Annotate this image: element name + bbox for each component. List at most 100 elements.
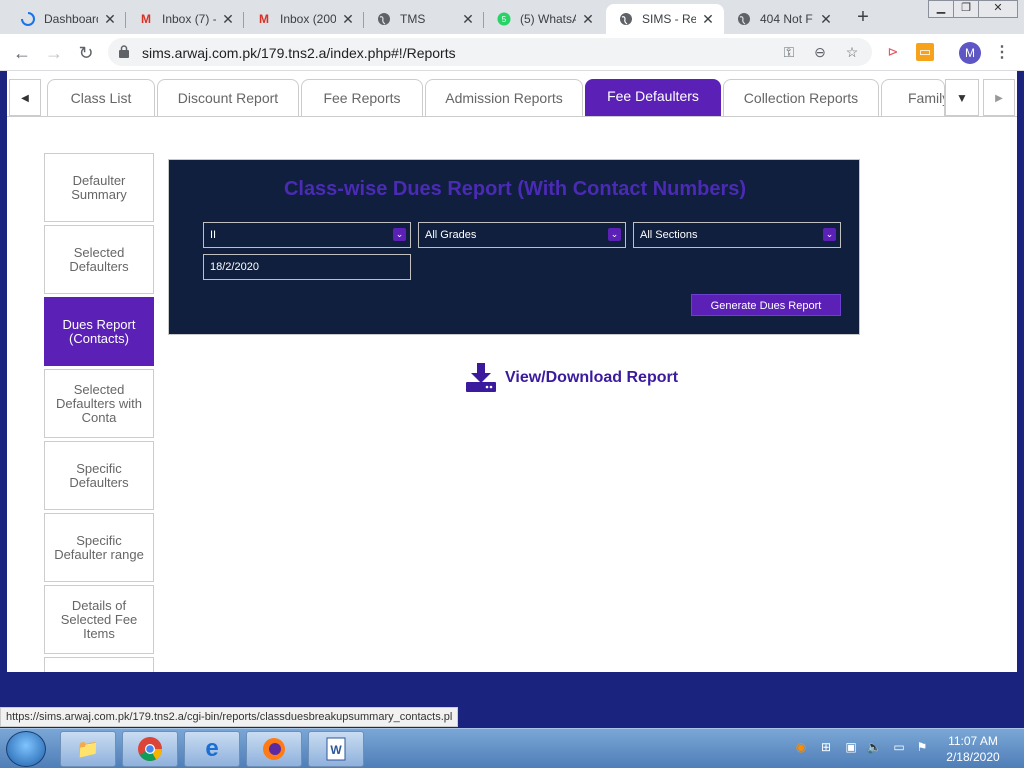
browser-tab-label: TMS — [400, 12, 426, 26]
start-button[interactable] — [6, 731, 46, 767]
tab-fee-defaulters[interactable]: Fee Defaulters — [585, 79, 721, 116]
chrome-icon[interactable] — [122, 731, 178, 767]
zoom-icon[interactable]: ⊖ — [811, 43, 829, 61]
browser-tab-tms[interactable]: TMS ✕ — [364, 4, 484, 34]
view-download-report-label: View/Download Report — [505, 369, 679, 386]
panel-title: Class-wise Dues Report (With Contact Num… — [283, 178, 747, 200]
dues-report-panel: Class-wise Dues Report (With Contact Num… — [168, 159, 860, 335]
clock-date: 2/18/2020 — [946, 750, 1000, 764]
clock[interactable]: 11:07 AM 2/18/2020 — [940, 733, 1006, 765]
class-select[interactable]: II ⌄ — [203, 222, 411, 248]
close-icon[interactable]: ✕ — [818, 11, 834, 28]
sidebar-item-fee-items-details[interactable]: Details of Selected Fee Items — [44, 585, 154, 654]
svg-text:W: W — [330, 743, 342, 757]
loading-icon — [20, 11, 36, 27]
browser-tab-inbox-1[interactable]: M Inbox (7) - ✕ — [126, 4, 244, 34]
browser-tab-inbox-2[interactable]: M Inbox (200 ✕ — [244, 4, 364, 34]
display-icon[interactable]: ▭ — [891, 739, 907, 755]
globe-icon — [618, 11, 634, 27]
report-sidebar: Defaulter Summary Selected Defaulters Du… — [44, 153, 154, 672]
sidebar-item-selected-defaulters[interactable]: Selected Defaulters — [44, 225, 154, 294]
sections-select[interactable]: All Sections ⌄ — [633, 222, 841, 248]
window-close-button[interactable]: ✕ — [978, 0, 1018, 18]
tab-family[interactable]: Family — [881, 79, 945, 116]
class-select-value: II — [210, 229, 217, 241]
internet-explorer-icon[interactable]: e — [184, 731, 240, 767]
globe-icon — [376, 11, 392, 27]
flag-icon[interactable]: ⚑ — [914, 739, 930, 755]
sidebar-item-more[interactable] — [44, 657, 154, 672]
browser-tab-404[interactable]: 404 Not F ✕ — [724, 4, 842, 34]
extension-icon[interactable]: ⊳ — [884, 43, 902, 61]
network-icon[interactable]: ⊞ — [818, 739, 834, 755]
sidebar-item-selected-defaulters-contacts[interactable]: Selected Defaulters with Conta — [44, 369, 154, 438]
avast-icon[interactable]: ◉ — [793, 739, 809, 755]
browser-tab-label: Inbox (200 — [280, 12, 336, 26]
browser-tab-whatsapp[interactable]: 5 (5) WhatsA ✕ — [484, 4, 604, 34]
extension-icon[interactable]: ▭ — [916, 43, 934, 61]
gmail-icon: M — [141, 12, 151, 26]
close-icon[interactable]: ✕ — [580, 11, 596, 28]
chevron-down-icon: ⌄ — [393, 228, 406, 241]
tab-fee-reports[interactable]: Fee Reports — [301, 79, 423, 116]
close-icon[interactable]: ✕ — [340, 11, 356, 28]
download-icon — [466, 363, 496, 392]
tab-class-list[interactable]: Class List — [47, 79, 155, 116]
new-tab-button[interactable]: + — [851, 6, 875, 30]
close-icon[interactable]: ✕ — [102, 11, 118, 28]
chevron-down-icon[interactable]: ▼ — [945, 79, 979, 116]
sidebar-item-specific-defaulter-range[interactable]: Specific Defaulter range — [44, 513, 154, 582]
sidebar-item-dues-report-contacts[interactable]: Dues Report (Contacts) — [44, 297, 154, 366]
firefox-icon[interactable] — [246, 731, 302, 767]
reload-icon[interactable]: ↻ — [74, 41, 98, 65]
browser-tab-label: Inbox (7) - — [162, 12, 216, 26]
browser-tab-strip: Dashboard ✕ M Inbox (7) - ✕ M Inbox (200… — [0, 0, 1024, 34]
word-icon[interactable]: W — [308, 731, 364, 767]
grades-select-value: All Grades — [425, 229, 477, 241]
tray-app-icon[interactable]: ▣ — [843, 739, 859, 755]
close-icon[interactable]: ✕ — [700, 11, 716, 28]
address-bar: ← → ↻ sims.arwaj.com.pk/179.tns2.a/index… — [0, 34, 1024, 71]
browser-tab-label: 404 Not F — [760, 12, 813, 26]
sidebar-item-defaulter-summary[interactable]: Defaulter Summary — [44, 153, 154, 222]
restore-button[interactable]: ❐ — [953, 0, 979, 18]
omnibox[interactable]: sims.arwaj.com.pk/179.tns2.a/index.php#!… — [108, 38, 872, 66]
globe-icon — [736, 11, 752, 27]
back-arrow-icon[interactable]: ← — [10, 41, 34, 65]
minimize-button[interactable]: ▁ — [928, 0, 954, 18]
whatsapp-icon: 5 — [496, 11, 512, 27]
taskbar: 📁 e W ◉ ⊞ ▣ 🔈 ▭ ⚑ 11:07 AM 2/18/2020 — [0, 728, 1024, 768]
browser-tab-sims[interactable]: SIMS - Re ✕ — [606, 4, 724, 34]
close-icon[interactable]: ✕ — [460, 11, 476, 28]
grades-select[interactable]: All Grades ⌄ — [418, 222, 626, 248]
tab-discount-report[interactable]: Discount Report — [157, 79, 299, 116]
tab-scroll-right-icon[interactable]: ▶ — [983, 79, 1015, 116]
sidebar-item-specific-defaulters[interactable]: Specific Defaulters — [44, 441, 154, 510]
forward-arrow-icon[interactable]: → — [42, 41, 66, 65]
close-icon[interactable]: ✕ — [220, 11, 236, 28]
svg-text:5: 5 — [502, 15, 507, 24]
star-icon[interactable]: ☆ — [843, 43, 861, 61]
lock-icon — [119, 45, 129, 58]
url-text[interactable]: sims.arwaj.com.pk/179.tns2.a/index.php#!… — [142, 45, 456, 61]
chevron-down-icon: ⌄ — [823, 228, 836, 241]
volume-icon[interactable]: 🔈 — [866, 739, 882, 755]
tab-collection-reports[interactable]: Collection Reports — [723, 79, 879, 116]
browser-tab-label: (5) WhatsA — [520, 12, 576, 26]
profile-avatar[interactable]: M — [959, 42, 981, 64]
date-field[interactable]: 18/2/2020 — [203, 254, 411, 280]
key-icon[interactable]: ⚿ — [780, 43, 798, 61]
generate-dues-report-button[interactable]: Generate Dues Report — [691, 294, 841, 316]
explorer-icon[interactable]: 📁 — [60, 731, 116, 767]
browser-tab-label: SIMS - Re — [642, 12, 696, 26]
view-download-report-link[interactable]: View/Download Report — [465, 363, 678, 393]
report-tabs: ◀ Class List Discount Report Fee Reports… — [7, 77, 1017, 117]
tab-scroll-left-icon[interactable]: ◀ — [9, 79, 41, 116]
browser-tab-dashboard[interactable]: Dashboard ✕ — [8, 4, 126, 34]
page-content: ◀ Class List Discount Report Fee Reports… — [7, 71, 1017, 672]
tab-admission-reports[interactable]: Admission Reports — [425, 79, 583, 116]
menu-icon[interactable]: ⋮ — [994, 42, 1010, 64]
clock-time: 11:07 AM — [948, 734, 998, 748]
sections-select-value: All Sections — [640, 229, 698, 241]
gmail-icon: M — [259, 12, 269, 26]
